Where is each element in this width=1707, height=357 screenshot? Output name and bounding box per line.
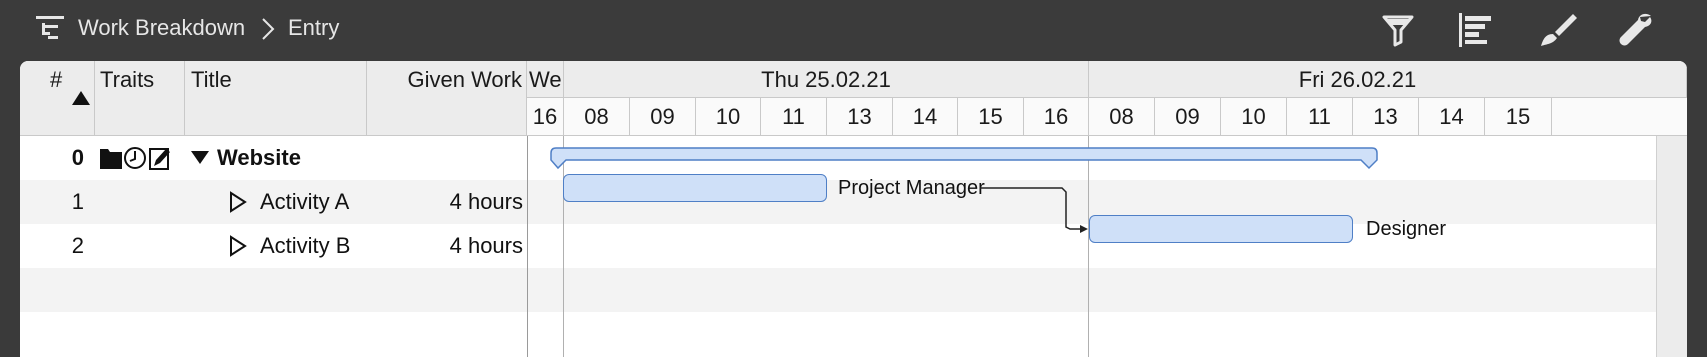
disclosure-triangle-right-icon[interactable]: [228, 224, 248, 268]
note-edit-icon: [149, 148, 170, 170]
row-given-work[interactable]: [367, 136, 523, 180]
timeline-day-prev: We: [527, 61, 564, 98]
row-number: 2: [71, 233, 84, 258]
timeline-hour: 15: [958, 98, 1024, 136]
timeline-hour: 11: [1287, 98, 1353, 136]
timeline-hour: 11: [761, 98, 827, 136]
timeline-hour: 10: [1221, 98, 1287, 136]
wrench-icon[interactable]: [1617, 10, 1657, 50]
timeline-hour: 08: [564, 98, 630, 136]
timeline-hour-empty: [1552, 98, 1687, 136]
chevron-right-icon: [258, 16, 278, 42]
column-header-number[interactable]: #: [20, 61, 95, 136]
resource-label-activity-a: Project Manager: [838, 177, 985, 199]
table-gantt-divider[interactable]: [527, 136, 528, 357]
timeline-hour: 08: [1089, 98, 1155, 136]
timeline-hour: 09: [1155, 98, 1221, 136]
timeline-day-fri: Fri 26.02.21: [1089, 61, 1687, 98]
empty-row: [20, 268, 1687, 312]
breadcrumb-current[interactable]: Entry: [288, 14, 339, 42]
folder-icon: [100, 149, 122, 169]
timeline-hour: 16: [1024, 98, 1089, 136]
row-number: 0: [71, 145, 84, 170]
row-number: 1: [71, 189, 84, 214]
timeline-hour: 15: [1485, 98, 1552, 136]
dependency-arrow[interactable]: [980, 181, 1092, 241]
breadcrumb-root[interactable]: Work Breakdown: [78, 14, 245, 42]
column-header-number-label: #: [50, 67, 63, 92]
summary-bar-website[interactable]: [550, 147, 1380, 173]
timeline-hour: 09: [630, 98, 696, 136]
empty-row: [20, 312, 1687, 356]
timeline-hour: 14: [1419, 98, 1485, 136]
row-given-work[interactable]: 4 hours: [367, 180, 523, 224]
timeline-hour: 16: [527, 98, 564, 136]
row-given-work[interactable]: 4 hours: [367, 224, 523, 268]
sort-ascending-icon: [72, 91, 90, 105]
clock-icon: [124, 147, 146, 169]
toolbar: Work Breakdown Entry: [0, 0, 1707, 60]
column-header-title[interactable]: Title: [185, 61, 367, 136]
task-bar-activity-a[interactable]: [563, 174, 827, 202]
timeline-day-thu: Thu 25.02.21: [564, 61, 1089, 98]
disclosure-triangle-down-icon[interactable]: [190, 136, 210, 180]
disclosure-triangle-right-icon[interactable]: [228, 180, 248, 224]
timeline-hour: 10: [696, 98, 761, 136]
work-breakdown-panel: # Traits Title Given Work We Thu 25.02.2…: [20, 61, 1687, 357]
timeline-hour: 13: [1353, 98, 1419, 136]
traits-cell: [98, 136, 178, 180]
row-title[interactable]: Activity B: [260, 224, 370, 268]
resource-label-activity-b: Designer: [1366, 218, 1447, 240]
gantt-icon[interactable]: [1456, 10, 1496, 50]
brush-icon[interactable]: [1537, 10, 1577, 50]
column-header-traits[interactable]: Traits: [95, 61, 185, 136]
timeline-hour: 14: [893, 98, 958, 136]
row-title[interactable]: Activity A: [260, 180, 370, 224]
column-header-traits-label: Traits: [100, 67, 155, 92]
filter-icon[interactable]: [1378, 10, 1418, 50]
work-breakdown-icon[interactable]: [34, 14, 68, 40]
gantt-right-edge: [1656, 136, 1687, 357]
column-header-title-label: Title: [191, 67, 232, 92]
column-header-given-work[interactable]: Given Work: [367, 61, 527, 136]
task-bar-activity-b[interactable]: [1089, 215, 1353, 243]
row-title[interactable]: Website: [217, 136, 357, 180]
timeline-hour: 13: [827, 98, 893, 136]
column-header-given-work-label: Given Work: [407, 67, 522, 92]
